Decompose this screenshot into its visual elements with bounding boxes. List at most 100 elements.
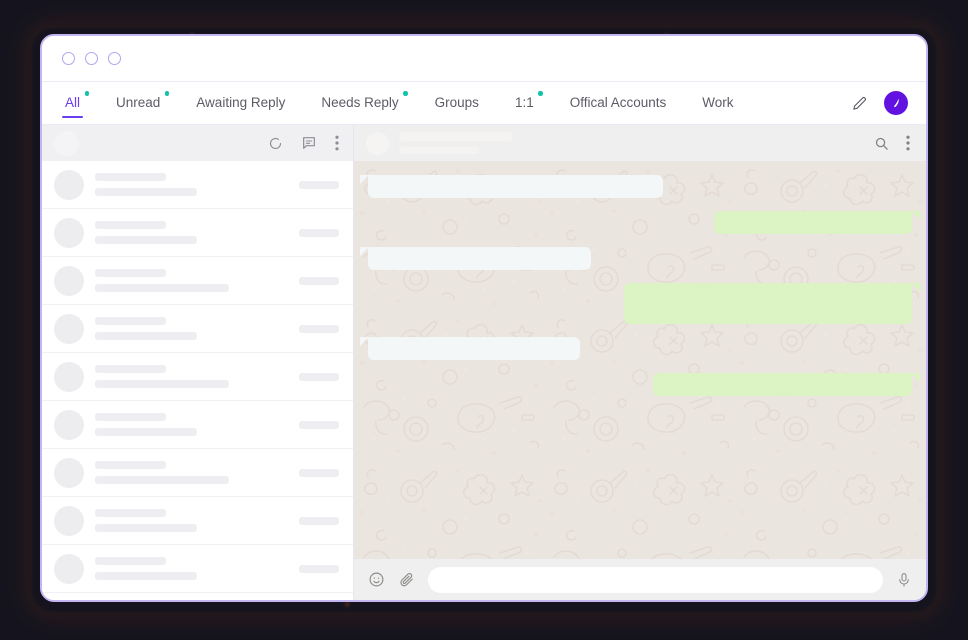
chat-list-item[interactable] bbox=[42, 305, 353, 353]
message-row bbox=[368, 283, 920, 324]
chat-list-item[interactable] bbox=[42, 497, 353, 545]
chat-time-placeholder bbox=[299, 228, 339, 237]
chat-time-placeholder bbox=[299, 420, 339, 429]
chat-item-text bbox=[95, 461, 299, 484]
conversation-header bbox=[354, 125, 926, 161]
chat-preview-placeholder bbox=[95, 428, 197, 436]
user-avatar-placeholder[interactable] bbox=[54, 130, 79, 156]
chat-name-placeholder bbox=[95, 413, 166, 421]
outgoing-message-bubble[interactable] bbox=[714, 211, 920, 234]
chat-preview-placeholder bbox=[95, 236, 197, 244]
tab-label: 1:1 bbox=[514, 95, 534, 110]
contact-avatar bbox=[54, 505, 84, 536]
tab-badge-dot bbox=[538, 91, 543, 96]
chat-time-placeholder bbox=[299, 180, 339, 189]
close-dot[interactable] bbox=[62, 52, 75, 65]
new-chat-icon[interactable] bbox=[301, 135, 317, 151]
chat-item-text bbox=[95, 557, 299, 580]
chat-name-placeholder bbox=[95, 221, 166, 229]
chat-list-item[interactable] bbox=[42, 545, 353, 593]
chat-list-item[interactable] bbox=[42, 257, 353, 305]
message-composer bbox=[354, 559, 926, 600]
message-input[interactable] bbox=[428, 566, 883, 593]
chat-list-item[interactable] bbox=[42, 353, 353, 401]
contact-avatar bbox=[54, 265, 84, 296]
chat-name-placeholder bbox=[95, 269, 166, 277]
tab-one-on-one[interactable]: 1:1 bbox=[512, 82, 543, 124]
chat-name-placeholder bbox=[95, 509, 166, 517]
tab-badge-dot bbox=[164, 91, 170, 96]
chat-name-placeholder bbox=[95, 317, 166, 325]
tab-unread[interactable]: Unread bbox=[113, 82, 170, 124]
tab-all[interactable]: All bbox=[62, 82, 90, 124]
contact-status-placeholder bbox=[399, 147, 479, 154]
contact-avatar bbox=[54, 217, 84, 248]
title-bar bbox=[42, 36, 926, 82]
chat-list[interactable] bbox=[42, 161, 353, 600]
tab-groups[interactable]: Groups bbox=[432, 82, 482, 124]
chat-list-item[interactable] bbox=[42, 161, 353, 209]
chat-preview-placeholder bbox=[95, 188, 197, 196]
chat-time-placeholder bbox=[299, 276, 339, 285]
app-body bbox=[42, 124, 926, 600]
tab-label: Awaiting Reply bbox=[196, 95, 286, 110]
chat-item-text bbox=[95, 173, 299, 196]
microphone-icon[interactable] bbox=[896, 572, 912, 588]
message-bubble-list bbox=[354, 175, 926, 396]
chat-list-item[interactable] bbox=[42, 209, 353, 257]
tab-label: Needs Reply bbox=[321, 95, 399, 110]
chat-name-placeholder bbox=[95, 173, 166, 181]
chat-preview-placeholder bbox=[95, 476, 229, 484]
incoming-message-bubble[interactable] bbox=[360, 175, 663, 198]
chat-item-text bbox=[95, 317, 299, 340]
emoji-smiley-icon[interactable] bbox=[368, 571, 385, 588]
chat-list-item[interactable] bbox=[42, 401, 353, 449]
tab-awaiting-reply[interactable]: Awaiting Reply bbox=[193, 82, 288, 124]
tab-needs-reply[interactable]: Needs Reply bbox=[318, 82, 408, 124]
tab-badge-dot bbox=[403, 91, 408, 96]
contact-name-placeholder bbox=[399, 132, 512, 141]
tab-badge-dot bbox=[84, 91, 90, 96]
filter-tab-bar: All Unread Awaiting Reply Needs Reply Gr… bbox=[42, 82, 926, 124]
maximize-dot[interactable] bbox=[108, 52, 121, 65]
chat-item-text bbox=[95, 413, 299, 436]
contact-avatar bbox=[54, 169, 84, 200]
chat-preview-placeholder bbox=[95, 380, 229, 388]
conversation-title-block bbox=[399, 132, 512, 154]
paperclip-icon[interactable] bbox=[398, 571, 415, 588]
chat-list-item[interactable] bbox=[42, 449, 353, 497]
search-icon[interactable] bbox=[874, 136, 889, 151]
outgoing-message-bubble[interactable] bbox=[653, 373, 920, 396]
tab-offical-accounts[interactable]: Offical Accounts bbox=[567, 82, 670, 124]
chat-time-placeholder bbox=[299, 468, 339, 477]
chat-name-placeholder bbox=[95, 557, 166, 565]
tab-bar-actions bbox=[851, 91, 912, 115]
chat-preview-placeholder bbox=[95, 284, 229, 292]
chat-time-placeholder bbox=[299, 516, 339, 525]
conversation-header-actions bbox=[874, 135, 910, 151]
chat-list-header-actions bbox=[268, 135, 339, 151]
outgoing-message-bubble[interactable] bbox=[624, 283, 920, 324]
more-options-icon[interactable] bbox=[906, 135, 910, 151]
tab-label: Groups bbox=[434, 95, 479, 110]
contact-avatar-placeholder[interactable] bbox=[366, 131, 389, 155]
more-options-icon[interactable] bbox=[335, 135, 339, 151]
contact-avatar bbox=[54, 361, 84, 392]
message-area[interactable] bbox=[354, 161, 926, 559]
contact-avatar bbox=[54, 457, 84, 488]
app-window: All Unread Awaiting Reply Needs Reply Gr… bbox=[40, 34, 928, 602]
chat-preview-placeholder bbox=[95, 572, 197, 580]
incoming-message-bubble[interactable] bbox=[360, 247, 591, 270]
chat-time-placeholder bbox=[299, 324, 339, 333]
chat-name-placeholder bbox=[95, 461, 166, 469]
sync-icon[interactable] bbox=[268, 136, 283, 151]
chat-item-text bbox=[95, 221, 299, 244]
chat-list-header bbox=[42, 125, 353, 161]
chat-preview-placeholder bbox=[95, 332, 197, 340]
incoming-message-bubble[interactable] bbox=[360, 337, 580, 360]
chat-time-placeholder bbox=[299, 372, 339, 381]
pencil-icon[interactable] bbox=[851, 95, 868, 112]
tab-work[interactable]: Work bbox=[699, 82, 736, 124]
minimize-dot[interactable] bbox=[85, 52, 98, 65]
leaf-logo-avatar[interactable] bbox=[884, 91, 908, 115]
